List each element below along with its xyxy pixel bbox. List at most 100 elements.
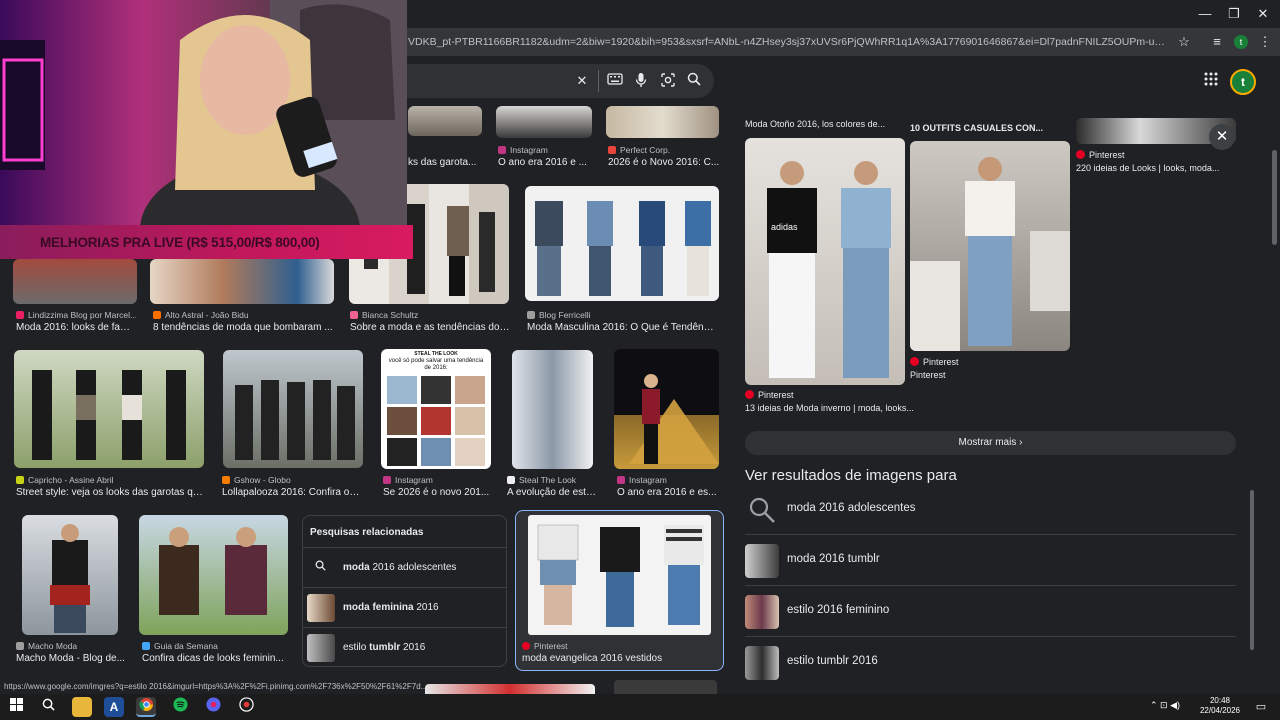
result-image[interactable] xyxy=(139,515,288,635)
result-image[interactable] xyxy=(22,515,118,635)
suggestion-thumbnail xyxy=(745,646,779,680)
panel-caption[interactable]: 220 ideias de Looks | looks, moda... xyxy=(1076,163,1236,173)
keyboard-icon[interactable] xyxy=(606,72,624,90)
related-bold: moda feminina xyxy=(343,602,414,613)
result-source-label: Instagram xyxy=(395,475,433,485)
result-source-label: Instagram xyxy=(510,145,548,155)
browser-profile-icon[interactable]: t xyxy=(1234,35,1248,49)
result-caption[interactable]: Moda Masculina 2016: O Que é Tendênci... xyxy=(527,322,717,333)
close-window-button[interactable]: ✕ xyxy=(1248,4,1278,24)
google-apps-icon[interactable] xyxy=(1203,72,1219,88)
panel-source: Pinterest xyxy=(745,390,905,400)
panel-caption-top[interactable]: Moda Otoño 2016, los colores de... xyxy=(745,119,905,129)
result-source-label: Lindizzima Blog por Marcel... xyxy=(28,310,136,320)
clear-search-icon[interactable]: ✕ xyxy=(573,72,591,90)
result-caption[interactable]: Street style: veja os looks das garotas … xyxy=(16,487,204,498)
result-source-label: Gshow - Globo xyxy=(234,475,291,485)
result-image[interactable] xyxy=(14,350,204,468)
related-searches-title: Pesquisas relacionadas xyxy=(310,527,424,538)
perfect-corp-icon xyxy=(608,146,616,154)
app-icon[interactable]: A xyxy=(104,697,124,717)
restore-button[interactable]: ❐ xyxy=(1219,4,1249,24)
result-image[interactable] xyxy=(496,106,592,138)
result-caption[interactable]: Moda 2016: looks de fam... xyxy=(16,322,136,333)
result-image[interactable] xyxy=(614,349,719,469)
url-text[interactable]: VDKB_pt-PTBR1166BR1182&udm=2&biw=1920&bi… xyxy=(408,36,1168,48)
show-more-button[interactable]: Mostrar mais › xyxy=(745,431,1236,455)
app-icon[interactable] xyxy=(236,697,256,717)
result-source-label: Pinterest xyxy=(534,641,568,651)
result-caption[interactable]: ks das garota... xyxy=(408,157,488,168)
result-image[interactable] xyxy=(512,350,593,469)
result-image[interactable] xyxy=(13,259,137,304)
pinterest-icon xyxy=(745,390,754,399)
result-caption[interactable]: 8 tendências de moda que bombaram ... xyxy=(153,322,333,333)
panel-caption[interactable]: 13 ideias de Moda inverno | moda, looks.… xyxy=(745,403,915,413)
panel-caption[interactable]: Pinterest xyxy=(910,370,1070,380)
preview-image[interactable]: adidas xyxy=(745,138,905,385)
preview-image[interactable] xyxy=(910,141,1070,351)
browser-menu-icon[interactable]: ⋮ xyxy=(1257,34,1273,50)
file-explorer-icon[interactable] xyxy=(72,697,92,717)
result-caption[interactable]: Macho Moda - Blog de... xyxy=(16,653,126,664)
instagram-icon xyxy=(617,476,625,484)
result-caption[interactable]: A evolução de estil... xyxy=(507,487,597,498)
microphone-icon[interactable] xyxy=(632,72,650,90)
result-image[interactable] xyxy=(606,106,719,138)
suggestion-item[interactable]: moda 2016 adolescentes xyxy=(745,485,1236,535)
site-favicon xyxy=(16,476,24,484)
result-image[interactable] xyxy=(525,186,719,301)
related-search-item[interactable]: moda 2016 adolescentes xyxy=(303,547,506,587)
spotify-icon[interactable] xyxy=(170,697,190,717)
related-search-item[interactable]: estilo tumblr 2016 xyxy=(303,627,506,667)
notification-icon[interactable]: ▭ xyxy=(1254,700,1268,714)
result-image[interactable]: STEAL THE LOOK você só pode salvar uma t… xyxy=(381,349,491,469)
result-caption[interactable]: 2026 é o Novo 2016: C... xyxy=(608,157,720,168)
page-scrollbar-thumb[interactable] xyxy=(1272,150,1277,245)
related-rest: 2016 xyxy=(413,602,439,613)
result-image[interactable] xyxy=(425,684,595,694)
result-image[interactable] xyxy=(528,515,711,635)
result-source: Guia da Semana xyxy=(142,641,292,651)
panel-source: Pinterest xyxy=(910,357,1070,367)
panel-caption-top[interactable]: 10 OUTFITS CASUALES CON... xyxy=(910,123,1070,133)
search-icon[interactable] xyxy=(685,72,703,90)
section-title: Ver resultados de imagens para xyxy=(745,467,957,484)
search-icon[interactable] xyxy=(38,697,58,717)
result-caption[interactable]: moda evangelica 2016 vestidos xyxy=(522,653,717,664)
reading-list-icon[interactable]: ≡ xyxy=(1209,34,1225,50)
chevron-right-icon: › xyxy=(1019,437,1023,448)
result-caption[interactable]: Sobre a moda e as tendências do i... xyxy=(350,322,510,333)
system-tray-icons[interactable]: ⌃ ⊡ ◀) xyxy=(1150,700,1180,711)
suggestion-item[interactable]: estilo tumblr 2016 xyxy=(745,638,1236,688)
result-caption[interactable]: Se 2026 é o novo 201... xyxy=(383,487,493,498)
taskbar-clock[interactable]: 20:48 22/04/2026 xyxy=(1198,696,1242,716)
result-caption[interactable]: O ano era 2016 e ... xyxy=(498,157,598,168)
suggestion-thumbnail xyxy=(745,595,779,629)
related-thumbnail xyxy=(307,594,335,622)
minimize-button[interactable]: — xyxy=(1190,4,1220,24)
result-source: Instagram xyxy=(383,475,493,485)
chrome-icon[interactable] xyxy=(136,697,156,717)
result-caption[interactable]: Confira dicas de looks feminin... xyxy=(142,653,292,664)
site-favicon xyxy=(16,311,24,319)
lens-camera-icon[interactable] xyxy=(659,72,677,90)
site-favicon xyxy=(142,642,150,650)
result-image[interactable] xyxy=(223,350,363,468)
bookmark-star-icon[interactable]: ☆ xyxy=(1176,34,1192,50)
app-icon[interactable] xyxy=(203,697,223,717)
account-avatar[interactable]: t xyxy=(1230,69,1256,95)
suggestion-item[interactable]: moda 2016 tumblr xyxy=(745,536,1236,586)
result-caption[interactable]: Lollapalooza 2016: Confira os l... xyxy=(222,487,364,498)
result-image[interactable] xyxy=(614,680,717,694)
suggestion-label: moda 2016 adolescentes xyxy=(787,502,916,514)
windows-start-icon[interactable] xyxy=(6,697,26,717)
result-source: Pinterest xyxy=(522,641,712,651)
related-search-item[interactable]: moda feminina 2016 xyxy=(303,587,506,627)
panel-scrollbar[interactable] xyxy=(1250,490,1254,650)
result-image[interactable] xyxy=(150,259,334,304)
close-preview-button[interactable]: ✕ xyxy=(1209,124,1235,150)
result-image[interactable] xyxy=(408,106,482,136)
result-caption[interactable]: O ano era 2016 e es... xyxy=(617,487,721,498)
suggestion-item[interactable]: estilo 2016 feminino xyxy=(745,587,1236,637)
